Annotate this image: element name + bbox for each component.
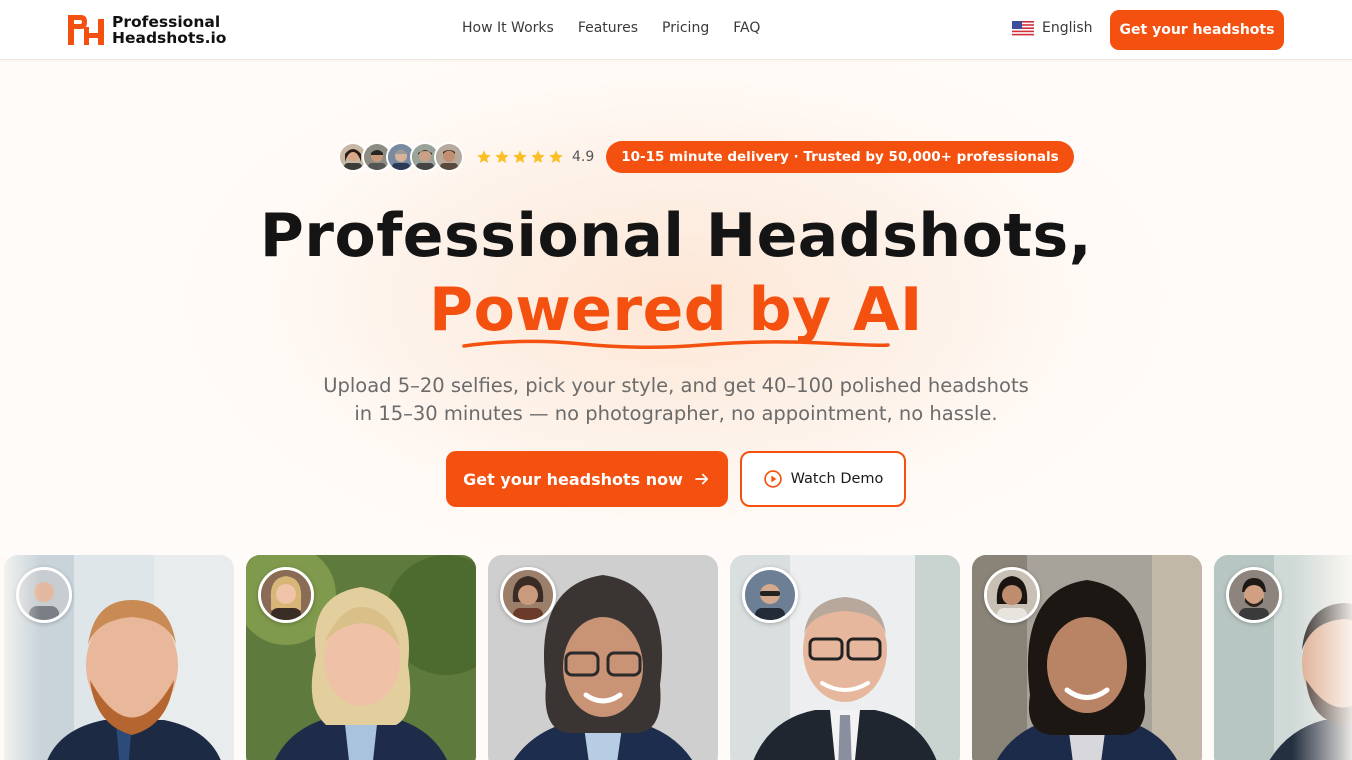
social-proof-row: 4.9 10-15 minute delivery · Trusted by 5… [338, 141, 1074, 173]
nav-get-headshots-button[interactable]: Get your headshots [1110, 10, 1284, 50]
gallery-fade-left [0, 555, 40, 760]
play-circle-icon [763, 470, 782, 488]
star-icon [531, 150, 545, 163]
selfie-avatar [742, 567, 798, 623]
selfie-avatar [984, 567, 1040, 623]
cta-primary-label: Get your headshots now [463, 469, 683, 489]
star-icon [513, 150, 527, 163]
headshot-card[interactable] [246, 555, 476, 760]
nav-link-pricing[interactable]: Pricing [662, 20, 709, 36]
arrow-right-icon [695, 473, 708, 485]
gallery-fade-right [1292, 555, 1352, 760]
star-icon [477, 150, 491, 163]
avatar [434, 142, 464, 172]
selfie-avatar [1226, 567, 1282, 623]
language-label: English [1042, 20, 1093, 36]
get-headshots-now-button[interactable]: Get your headshots now [446, 451, 728, 507]
logo-line1: Professional [112, 13, 221, 31]
nav-links: How It Works Features Pricing FAQ [462, 20, 760, 36]
customer-avatars [338, 142, 464, 172]
logo-mark-icon [68, 15, 104, 45]
star-icon [495, 150, 509, 163]
selfie-avatar [500, 567, 556, 623]
nav-link-features[interactable]: Features [578, 20, 638, 36]
logo-line2: Headshots.io [112, 29, 227, 47]
headshot-card[interactable] [488, 555, 718, 760]
headshot-gallery [0, 555, 1352, 760]
watch-demo-button[interactable]: Watch Demo [740, 451, 906, 507]
us-flag-icon [1012, 20, 1034, 36]
headshot-card[interactable] [730, 555, 960, 760]
headshot-card[interactable] [972, 555, 1202, 760]
rating-value: 4.9 [572, 149, 595, 165]
headline-line1: Professional Headshots, [259, 201, 1093, 271]
delivery-badge: 10-15 minute delivery · Trusted by 50,00… [606, 141, 1074, 173]
headline-underline-icon [462, 339, 890, 350]
nav-link-faq[interactable]: FAQ [733, 20, 760, 36]
language-selector[interactable]: English [1012, 20, 1093, 36]
cta-secondary-label: Watch Demo [790, 471, 884, 487]
subtitle-line2: in 15–30 minutes — no photographer, no a… [354, 402, 998, 425]
nav-link-how-it-works[interactable]: How It Works [462, 20, 554, 36]
logo-text: Professional Headshots.io [112, 14, 226, 46]
star-icon [549, 150, 563, 163]
star-rating [476, 149, 564, 165]
selfie-avatar [258, 567, 314, 623]
hero-subtitle: Upload 5–20 selfies, pick your style, an… [0, 372, 1352, 428]
top-navbar: Professional Headshots.io How It Works F… [0, 0, 1352, 60]
logo[interactable]: Professional Headshots.io [67, 13, 226, 47]
subtitle-line1: Upload 5–20 selfies, pick your style, an… [323, 374, 1029, 397]
